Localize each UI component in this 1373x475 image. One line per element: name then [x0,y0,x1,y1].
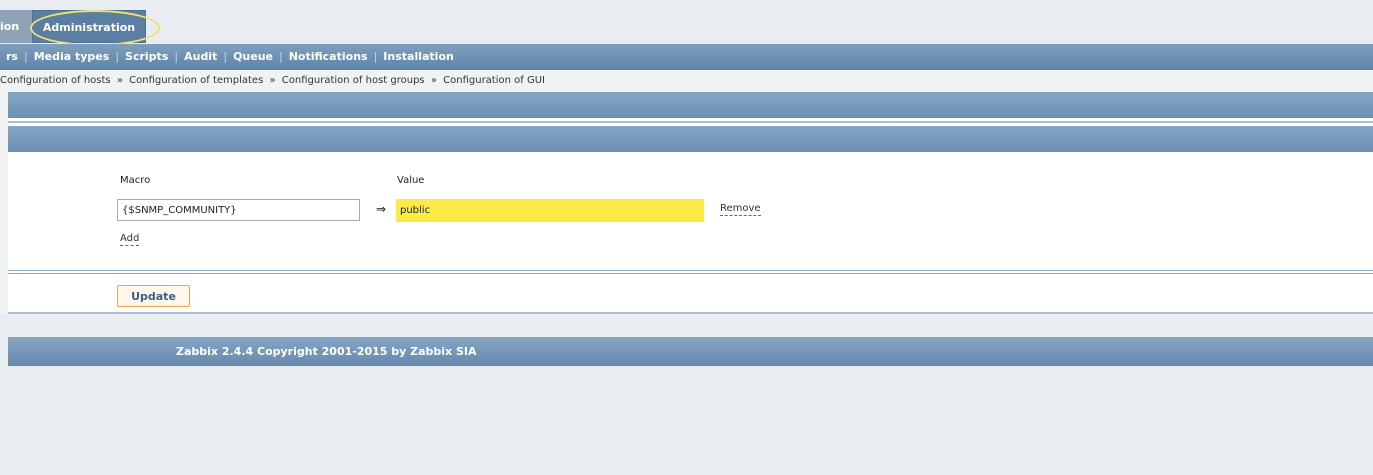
breadcrumb-separator: » [116,75,123,86]
submenu-item-queue[interactable]: Queue [227,44,279,70]
macro-value-input[interactable] [396,199,704,222]
submenu-item-installation[interactable]: Installation [377,44,460,70]
tab-administration[interactable]: Administration [32,10,146,43]
breadcrumb: Configuration of hosts » Configuration o… [0,70,1373,92]
macro-input[interactable] [117,199,360,221]
update-button[interactable]: Update [117,285,190,307]
breadcrumb-item-hosts[interactable]: Configuration of hosts [0,75,111,86]
macro-column-header: Macro [120,175,151,186]
top-tab-bar [0,0,1373,44]
page-header-bar [8,92,1373,118]
submenu-item-notifications[interactable]: Notifications [283,44,374,70]
breadcrumb-separator: » [430,75,437,86]
breadcrumb-item-host-groups[interactable]: Configuration of host groups [282,75,425,86]
footer-bar: Zabbix 2.4.4 Copyright 2001-2015 by Zabb… [8,337,1373,366]
submenu-bar: rs | Media types | Scripts | Audit | Queue | Notif… [0,44,1373,70]
add-link[interactable]: Add [120,233,140,246]
divider [8,273,1373,274]
left-gutter [0,92,8,314]
submenu-item-audit[interactable]: Audit [178,44,223,70]
breadcrumb-separator: » [269,75,276,86]
breadcrumb-item-gui[interactable]: Configuration of GUI [443,75,545,86]
tab-previous[interactable]: ion [0,10,32,43]
form-header-bar [8,126,1373,152]
value-column-header: Value [397,175,425,186]
submenu-item-users[interactable]: rs [0,44,24,70]
divider [8,121,1373,123]
arrow-icon: ⇒ [376,202,387,216]
footer-copyright: Zabbix 2.4.4 Copyright 2001-2015 by Zabb… [176,345,477,358]
breadcrumb-item-templates[interactable]: Configuration of templates [129,75,263,86]
submenu-item-media-types[interactable]: Media types [28,44,116,70]
submenu-item-scripts[interactable]: Scripts [119,44,174,70]
divider [8,270,1373,271]
remove-link[interactable]: Remove [720,203,761,216]
